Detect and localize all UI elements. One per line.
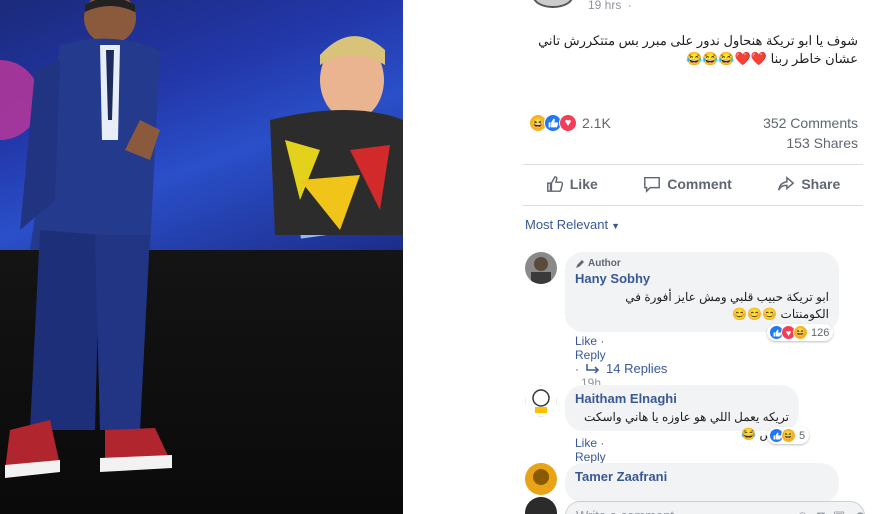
comment-reactions[interactable]: ♥ 😆 126 [767, 324, 834, 341]
write-comment-row: Write a comment... ☺ ◙ ▣ ☻ [525, 497, 875, 514]
camera-icon[interactable]: ◙ [817, 508, 825, 514]
comment-reply-link[interactable]: Reply [575, 450, 606, 464]
poster-avatar[interactable] [533, 0, 573, 8]
comment-text: ابو تريكة حبيب قلبي ومش عايز أفورة في ال… [625, 290, 829, 321]
comment-bubble: Haitham Elnaghi تريكه يعمل اللي هو عاوزه… [565, 385, 799, 441]
caret-down-icon: ▼ [611, 221, 621, 231]
commenter-avatar[interactable] [525, 463, 557, 495]
post-time-text[interactable]: 19 hrs [588, 0, 621, 12]
commenter-name[interactable]: Hany Sobhy [575, 271, 829, 286]
comment-reaction-count: 5 [799, 429, 806, 442]
divider [523, 164, 863, 165]
commenter-avatar[interactable] [525, 385, 557, 417]
commenter-name[interactable]: Tamer Zaafrani [575, 469, 829, 484]
emoji-icon[interactable]: ☺ [796, 508, 809, 514]
globe-icon: · [627, 0, 632, 12]
post-panel: 19 hrs · شوف يا ابو تريكة هنحاول ندور عل… [403, 0, 878, 514]
replies-label: 14 Replies [606, 361, 668, 376]
haha-icon: 😆 [781, 428, 796, 443]
comment-button[interactable]: Comment [643, 175, 732, 193]
view-replies-link[interactable]: 14 Replies [586, 361, 667, 376]
comment-label: Comment [667, 176, 732, 192]
post-reactions[interactable]: 😆 ♥ 2.1K [529, 113, 611, 133]
comment-input-tools: ☺ ◙ ▣ ☻ [796, 508, 867, 514]
comment-like-link[interactable]: Like [575, 334, 597, 348]
reaction-count[interactable]: 2.1K [582, 115, 611, 131]
like-button[interactable]: Like [546, 175, 598, 193]
presenter-figure [5, 0, 403, 478]
divider [523, 205, 863, 206]
commenter-name[interactable]: Haitham Elnaghi [575, 391, 789, 406]
post-timestamp[interactable]: 19 hrs · [588, 0, 632, 12]
like-label: Like [569, 176, 598, 192]
sort-label: Most Relevant [525, 217, 609, 232]
reply-arrow-icon [586, 363, 600, 374]
comment-sort-dropdown[interactable]: Most Relevant ▼ [525, 217, 620, 232]
gif-icon[interactable]: ▣ [833, 508, 845, 514]
commenter-avatar[interactable] [525, 252, 557, 284]
share-button[interactable]: Share [777, 175, 840, 193]
post-action-bar: Like Comment Share [523, 168, 863, 200]
share-label: Share [801, 176, 841, 192]
comment-icon [644, 176, 661, 193]
comment-text: تريكه يعمل اللي هو عاوزه يا هاني واسكت خ… [584, 410, 789, 441]
screenshot-root: 19 hrs · شوف يا ابو تريكة هنحاول ندور عل… [0, 0, 878, 514]
love-icon: ♥ [559, 114, 577, 132]
comment-like-link[interactable]: Like [575, 436, 597, 450]
sticker-icon[interactable]: ☻ [853, 508, 867, 514]
post-photo[interactable] [0, 0, 403, 514]
comments-count[interactable]: 352 Comments [763, 115, 858, 131]
author-tag-label: Author [588, 258, 621, 269]
author-badge: Author [575, 258, 829, 269]
comment-bubble: Author Hany Sobhy ابو تريكة حبيب قلبي وم… [565, 252, 839, 332]
current-user-avatar[interactable] [525, 497, 557, 514]
post-caption: شوف يا ابو تريكة هنحاول ندور على مبرر بس… [538, 33, 858, 66]
haha-icon: 😆 [793, 325, 808, 340]
share-icon [778, 176, 795, 191]
comment-reactions[interactable]: 😆 5 [767, 427, 810, 444]
comment-reply-link[interactable]: Reply [575, 348, 606, 362]
thumbs-up-icon [546, 176, 563, 192]
pencil-icon [576, 259, 584, 268]
comment-reaction-count: 126 [811, 326, 830, 339]
shares-count[interactable]: 153 Shares [786, 135, 858, 151]
